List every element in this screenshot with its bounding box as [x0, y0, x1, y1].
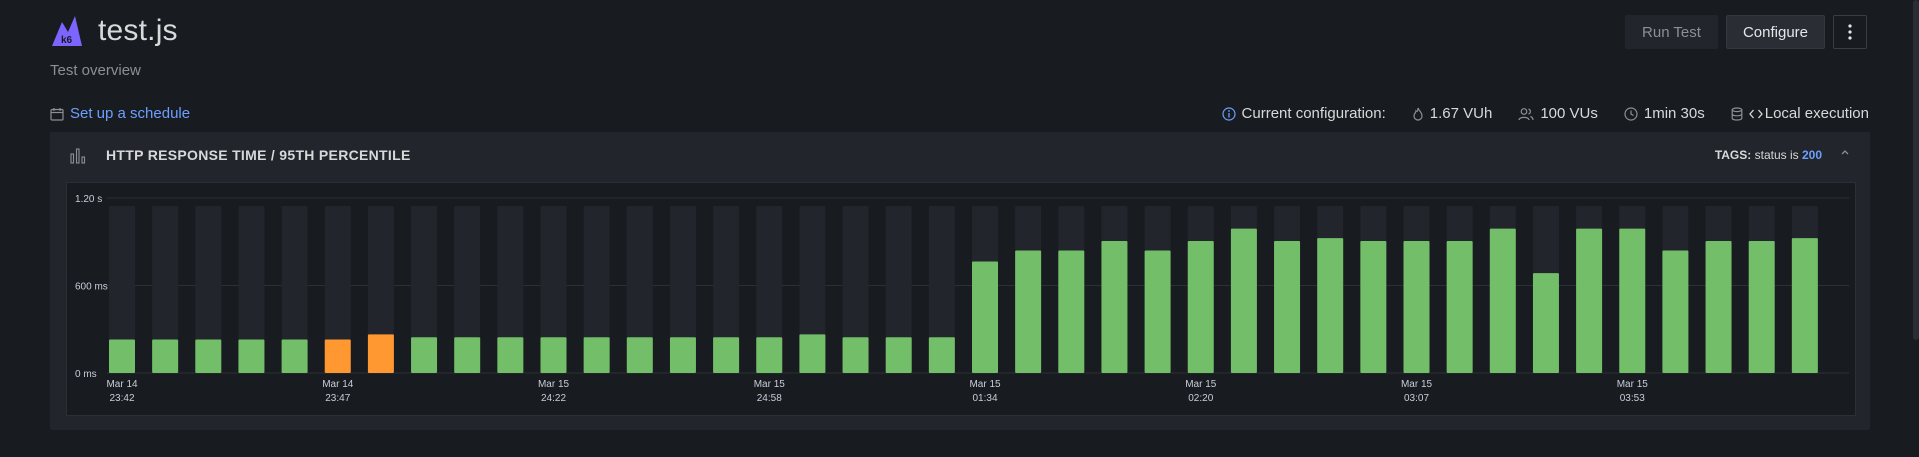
- bar[interactable]: [324, 339, 351, 373]
- x-tick-date: Mar 15: [754, 379, 786, 390]
- config-vuh: 1.67 VUh: [1429, 105, 1493, 122]
- users-icon: [1518, 107, 1534, 121]
- response-time-chart: 0 ms 600 ms 1.20 s Mar 14 23:42 Mar 14 23:47 Ma…: [66, 182, 1856, 416]
- clock-icon: [1624, 106, 1638, 121]
- tags-value: 200: [1801, 148, 1822, 162]
- y-tick-label: 1.20 s: [75, 194, 102, 205]
- bar[interactable]: [669, 337, 696, 373]
- collapse-chevron-icon[interactable]: [1840, 146, 1850, 160]
- bar[interactable]: [109, 339, 135, 373]
- header-actions: Run Test Configure: [1625, 15, 1867, 49]
- bar[interactable]: [756, 337, 783, 373]
- database-icon: [1731, 106, 1743, 121]
- panel-title: HTTP RESPONSE TIME / 95TH PERCENTILE: [106, 147, 411, 163]
- x-tick-date: Mar 15: [1401, 379, 1433, 390]
- logo-text: k6: [61, 35, 73, 46]
- run-test-button[interactable]: Run Test: [1625, 15, 1718, 49]
- x-tick-time: 03:53: [1620, 393, 1645, 404]
- config-duration: 1min 30s: [1643, 105, 1705, 122]
- calendar-icon: [50, 107, 64, 121]
- code-icon: [1748, 108, 1763, 120]
- x-tick-date: Mar 14: [322, 379, 354, 390]
- x-tick-time: 02:20: [1188, 393, 1213, 404]
- bar[interactable]: [367, 334, 394, 373]
- bar[interactable]: [583, 337, 610, 373]
- bar[interactable]: [1274, 241, 1301, 373]
- bar[interactable]: [1705, 241, 1732, 373]
- x-tick-time: 03:07: [1404, 393, 1429, 404]
- bar[interactable]: [1058, 250, 1085, 374]
- kebab-menu-icon: [1848, 24, 1852, 40]
- x-tick-time: 01:34: [972, 393, 997, 404]
- bar[interactable]: [411, 337, 438, 373]
- bar[interactable]: [1144, 250, 1171, 374]
- bar[interactable]: [1532, 273, 1559, 373]
- bar[interactable]: [626, 337, 653, 373]
- x-tick-date: Mar 15: [1185, 379, 1217, 390]
- bar-chart-icon: [70, 148, 86, 164]
- configuration-label: Current configuration:: [1241, 105, 1386, 122]
- bar[interactable]: [540, 337, 567, 373]
- config-vus: 100 VUs: [1540, 105, 1598, 122]
- x-tick-time: 23:42: [109, 393, 134, 404]
- x-tick-time: 23:47: [325, 393, 350, 404]
- bar[interactable]: [238, 339, 265, 373]
- bar[interactable]: [1489, 228, 1516, 373]
- bar[interactable]: [1619, 228, 1646, 373]
- bar[interactable]: [713, 337, 740, 373]
- bar[interactable]: [1015, 250, 1042, 374]
- page-header: k6 test.js: [50, 14, 178, 48]
- configure-button[interactable]: Configure: [1725, 15, 1825, 49]
- bar[interactable]: [842, 337, 869, 373]
- bar[interactable]: [885, 337, 912, 373]
- schedule-link-label: Set up a schedule: [70, 105, 191, 122]
- y-tick-label: 600 ms: [75, 282, 108, 293]
- page-subtitle: Test overview: [50, 62, 141, 79]
- k6-logo-icon: k6: [52, 16, 82, 46]
- bar[interactable]: [152, 339, 179, 373]
- bar[interactable]: [1576, 228, 1603, 373]
- bar[interactable]: [1360, 241, 1387, 373]
- info-icon: [1221, 106, 1236, 121]
- bar[interactable]: [928, 337, 955, 373]
- page-scrollbar[interactable]: [1913, 0, 1919, 340]
- bar[interactable]: [195, 339, 222, 373]
- bar[interactable]: [1101, 241, 1128, 373]
- page-title: test.js: [98, 14, 178, 47]
- config-execution: Local execution: [1764, 105, 1869, 122]
- more-options-button[interactable]: [1833, 15, 1867, 49]
- x-tick-date: Mar 15: [538, 379, 570, 390]
- bar[interactable]: [1403, 241, 1430, 373]
- bar[interactable]: [281, 339, 308, 373]
- bar[interactable]: [799, 334, 826, 373]
- x-tick-date: Mar 15: [1617, 379, 1649, 390]
- schedule-link[interactable]: Set up a schedule: [50, 105, 190, 122]
- bar[interactable]: [1791, 238, 1818, 373]
- x-tick-date: Mar 15: [969, 379, 1001, 390]
- flame-icon: [1412, 107, 1424, 121]
- bar[interactable]: [1317, 238, 1344, 373]
- bar[interactable]: [1187, 241, 1214, 373]
- bar[interactable]: [1662, 250, 1689, 374]
- x-tick-time: 24:58: [757, 393, 782, 404]
- bar[interactable]: [972, 261, 998, 373]
- x-tick-date: Mar 14: [106, 379, 138, 390]
- tags-filter[interactable]: TAGS: status is 200: [1715, 148, 1822, 162]
- bar[interactable]: [497, 337, 524, 373]
- bar[interactable]: [1446, 241, 1473, 373]
- y-tick-label: 0 ms: [75, 369, 97, 380]
- bar[interactable]: [454, 337, 481, 373]
- chart-svg: 0 ms 600 ms 1.20 s Mar 14 23:42 Mar 14 23:47 Ma…: [75, 194, 1849, 404]
- tags-label: TAGS:: [1714, 148, 1752, 162]
- bar[interactable]: [1230, 228, 1257, 373]
- tags-key: status is: [1754, 148, 1799, 162]
- current-configuration: Current configuration: 1.67 VUh 100 VUs …: [1221, 105, 1869, 122]
- x-tick-time: 24:22: [541, 393, 566, 404]
- bar[interactable]: [1748, 241, 1775, 373]
